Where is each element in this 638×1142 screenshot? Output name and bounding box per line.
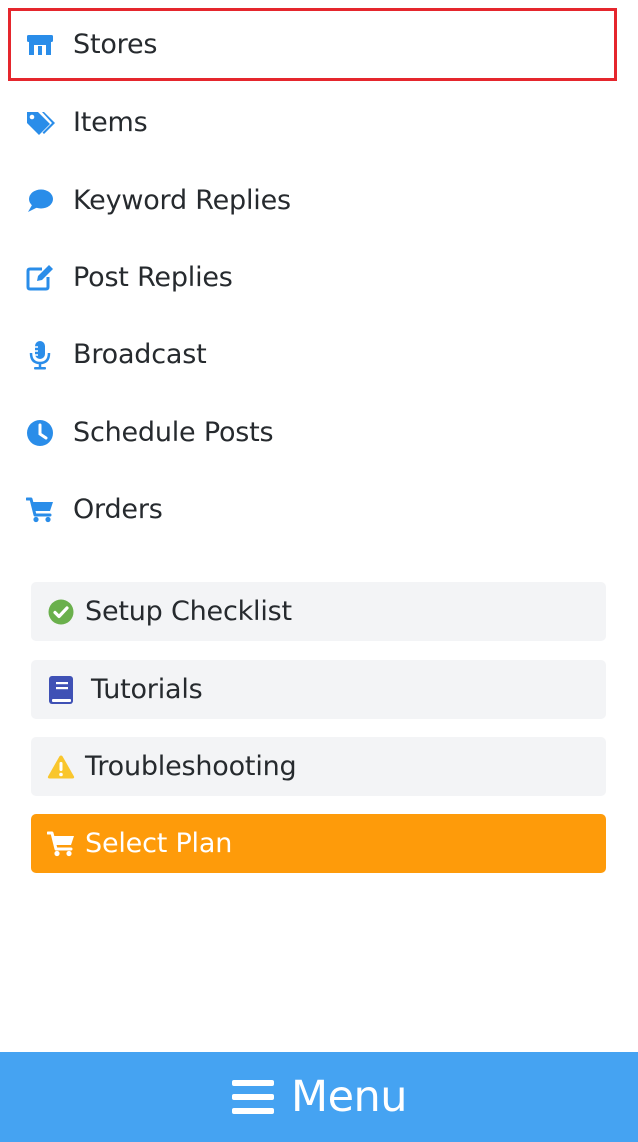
setup-checklist-label: Setup Checklist	[85, 596, 292, 627]
tutorials-button[interactable]: Tutorials	[31, 660, 606, 719]
warning-icon	[47, 753, 75, 781]
navigation-menu-screen: Stores Items Keyword Replies Post Replie…	[0, 0, 638, 1142]
book-icon	[47, 675, 75, 704]
sidebar-item-label: Keyword Replies	[73, 185, 291, 216]
clock-icon	[25, 418, 55, 448]
sidebar-item-label: Items	[73, 107, 148, 138]
setup-checklist-button[interactable]: Setup Checklist	[31, 582, 606, 641]
troubleshooting-label: Troubleshooting	[85, 751, 297, 782]
sidebar-item-keyword-replies[interactable]: Keyword Replies	[8, 164, 617, 237]
tags-icon	[25, 108, 55, 138]
sidebar-item-orders[interactable]: Orders	[8, 473, 617, 546]
sidebar-item-label: Post Replies	[73, 262, 233, 293]
check-circle-icon	[47, 598, 75, 626]
edit-icon	[25, 263, 55, 293]
hamburger-icon	[231, 1078, 275, 1116]
microphone-icon	[25, 340, 55, 370]
menu-label: Menu	[290, 1072, 408, 1122]
select-plan-button[interactable]: Select Plan	[31, 814, 606, 873]
cart-icon	[47, 830, 75, 858]
sidebar-item-label: Broadcast	[73, 339, 207, 370]
sidebar-item-label: Orders	[73, 494, 163, 525]
tutorials-label: Tutorials	[91, 674, 203, 705]
sidebar-item-post-replies[interactable]: Post Replies	[8, 241, 617, 314]
select-plan-label: Select Plan	[85, 828, 233, 859]
store-icon	[25, 30, 55, 60]
menu-button[interactable]: Menu	[0, 1052, 638, 1142]
sidebar-item-label: Stores	[73, 29, 158, 60]
sidebar-item-items[interactable]: Items	[8, 86, 617, 159]
troubleshooting-button[interactable]: Troubleshooting	[31, 737, 606, 796]
sidebar-item-schedule-posts[interactable]: Schedule Posts	[8, 396, 617, 469]
sidebar-item-broadcast[interactable]: Broadcast	[8, 318, 617, 391]
cart-icon	[25, 495, 55, 525]
sidebar-item-stores[interactable]: Stores	[8, 8, 617, 81]
sidebar-item-label: Schedule Posts	[73, 417, 274, 448]
comment-icon	[25, 186, 55, 216]
